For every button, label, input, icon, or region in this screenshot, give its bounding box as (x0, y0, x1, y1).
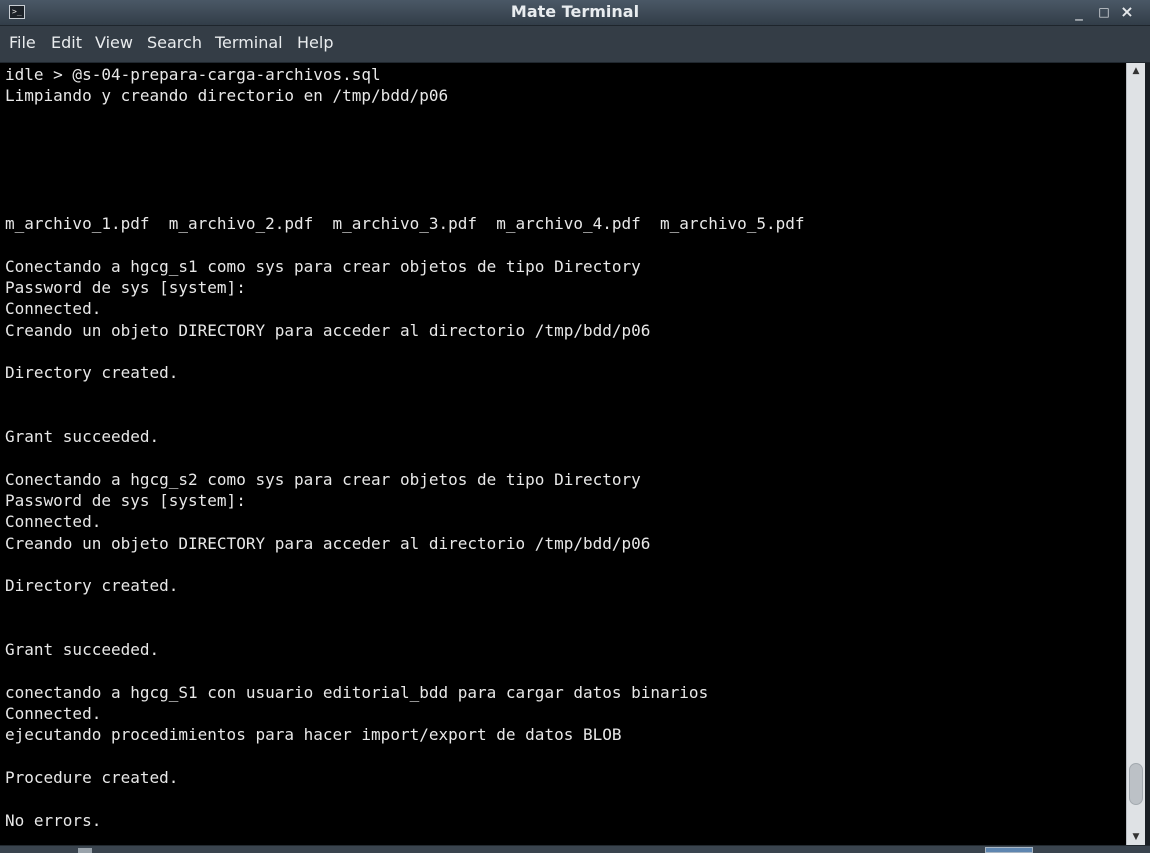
terminal-line: Procedure created. (5, 768, 179, 787)
terminal-line: Creando un objeto DIRECTORY para acceder… (5, 321, 651, 340)
terminal-line: Grant succeeded. (5, 640, 160, 659)
terminal-line: Password de sys [system]: (5, 491, 246, 510)
maximize-button[interactable]: □ (1095, 3, 1113, 21)
menu-terminal[interactable]: Terminal (215, 26, 283, 62)
terminal-line: Connected. (5, 704, 102, 723)
terminal-line: idle > @s-04-prepara-carga-archivos.sql (5, 65, 381, 84)
menu-file[interactable]: File (9, 26, 36, 62)
terminal-line: Grant succeeded. (5, 427, 160, 446)
window-edge (1145, 63, 1150, 845)
scrollbar-thumb[interactable] (1129, 763, 1143, 805)
title-bar[interactable]: >_ Mate Terminal _ □ × (0, 0, 1150, 26)
minimize-button[interactable]: _ (1070, 3, 1088, 21)
terminal-line: Directory created. (5, 363, 179, 382)
scroll-down-arrow-icon[interactable]: ▼ (1127, 829, 1145, 845)
terminal-line: Conectando a hgcg_s2 como sys para crear… (5, 470, 641, 489)
workspace-switcher[interactable] (985, 847, 1033, 853)
window-title: Mate Terminal (510, 2, 640, 21)
terminal-line: Creando un objeto DIRECTORY para acceder… (5, 534, 651, 553)
menu-edit[interactable]: Edit (51, 26, 82, 62)
menu-bar: File Edit View Search Terminal Help (0, 26, 1150, 63)
menu-search[interactable]: Search (147, 26, 202, 62)
terminal-line: m_archivo_1.pdf m_archivo_2.pdf m_archiv… (5, 214, 805, 233)
terminal-line: Limpiando y creando directorio en /tmp/b… (5, 86, 449, 105)
menu-help[interactable]: Help (297, 26, 333, 62)
terminal-window: >_ Mate Terminal _ □ × File Edit View Se… (0, 0, 1150, 853)
close-button[interactable]: × (1118, 3, 1136, 21)
terminal-line: No errors. (5, 811, 102, 830)
terminal-line: conectando a hgcg_S1 con usuario editori… (5, 683, 709, 702)
terminal-output[interactable]: idle > @s-04-prepara-carga-archivos.sql L… (0, 63, 1126, 845)
terminal-line: Connected. (5, 299, 102, 318)
terminal-line: ejecutando procedimientos para hacer imp… (5, 725, 622, 744)
scroll-up-arrow-icon[interactable]: ▲ (1127, 63, 1145, 79)
menu-view[interactable]: View (95, 26, 133, 62)
terminal-line: Connected. (5, 512, 102, 531)
terminal-line: Password de sys [system]: (5, 278, 246, 297)
terminal-line: Conectando a hgcg_s1 como sys para crear… (5, 257, 641, 276)
vertical-scrollbar[interactable]: ▲ ▼ (1126, 63, 1145, 845)
terminal-line: Directory created. (5, 576, 179, 595)
taskbar-terminal-button[interactable] (78, 848, 92, 853)
